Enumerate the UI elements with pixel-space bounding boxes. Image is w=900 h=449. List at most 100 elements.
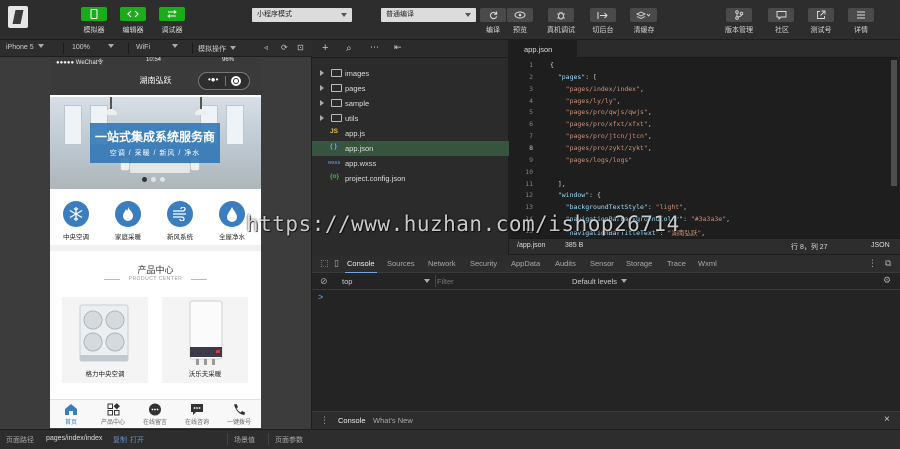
preview-button[interactable] bbox=[507, 8, 533, 22]
tree-file-project-config[interactable]: {o} project.config.json bbox=[312, 171, 509, 186]
tab-sources[interactable]: Sources bbox=[387, 259, 415, 268]
category-home-heating[interactable]: 家庭采暖 bbox=[108, 201, 148, 241]
tab-audits[interactable]: Audits bbox=[555, 259, 576, 268]
tab-security[interactable]: Security bbox=[470, 259, 497, 268]
code-editor[interactable]: app.json 1{2 "pages": [3 "pages/index/in… bbox=[509, 40, 900, 255]
page-params-button[interactable]: 页面参数 bbox=[275, 435, 303, 445]
banner-title: 一站式集成系统服务商 bbox=[94, 130, 215, 144]
category-water-purify[interactable]: 全屋净水 bbox=[212, 201, 252, 241]
line-number: 7 bbox=[529, 132, 533, 141]
tab-wxml[interactable]: Wxml bbox=[698, 259, 717, 268]
file-name: utils bbox=[345, 114, 359, 123]
more-icon[interactable]: •●• bbox=[208, 75, 218, 84]
code-line[interactable]: 3 "pages/index/index", bbox=[509, 85, 889, 97]
dock-icon[interactable]: ⧉ bbox=[885, 258, 891, 269]
inspect-icon[interactable]: ⬚ bbox=[320, 258, 329, 269]
category-fresh-air[interactable]: 新风系统 bbox=[160, 201, 200, 241]
close-circle-icon[interactable] bbox=[231, 76, 241, 86]
code-line[interactable]: 13 "backgroundTextStyle": "light", bbox=[509, 203, 889, 215]
tab-consult[interactable]: 在线咨询 bbox=[176, 402, 218, 426]
drawer-tab-whats-new[interactable]: What's New bbox=[373, 416, 413, 425]
carousel-indicator[interactable] bbox=[142, 177, 165, 182]
clear-console-icon[interactable]: ⊘ bbox=[320, 276, 328, 287]
collapse-icon[interactable]: ⇤ bbox=[394, 42, 402, 53]
tree-folder-utils[interactable]: utils bbox=[312, 111, 509, 126]
details-button[interactable] bbox=[848, 8, 874, 22]
code-line[interactable]: 9 "pages/logs/logs" bbox=[509, 156, 889, 168]
tab-sensor[interactable]: Sensor bbox=[590, 259, 614, 268]
open-link[interactable]: 打开 bbox=[130, 435, 144, 445]
copy-link[interactable]: 复制 bbox=[113, 435, 127, 445]
context-select[interactable]: top bbox=[342, 277, 431, 286]
capsule-menu[interactable]: •●• bbox=[198, 72, 250, 90]
scene-value-button[interactable]: 场景值 bbox=[234, 435, 255, 445]
device-icon[interactable]: ▯ bbox=[334, 258, 339, 269]
add-file-icon[interactable]: + bbox=[322, 42, 328, 54]
code-line[interactable]: 14 "navigationBarBackgroundColor": "#3a3… bbox=[509, 215, 889, 227]
compile-select[interactable]: 普通编译 bbox=[381, 8, 476, 22]
tree-folder-pages[interactable]: pages bbox=[312, 81, 509, 96]
vertical-scrollbar[interactable] bbox=[891, 60, 897, 186]
tree-folder-sample[interactable]: sample bbox=[312, 96, 509, 111]
tab-storage[interactable]: Storage bbox=[626, 259, 652, 268]
editor-toggle-button[interactable] bbox=[120, 7, 146, 21]
code-line[interactable]: 15 "navigationBarTitleText": "湖南弘跃", bbox=[509, 227, 889, 239]
community-button[interactable] bbox=[768, 8, 794, 22]
detach-icon[interactable]: ⊡ bbox=[297, 43, 304, 52]
more-icon[interactable]: ⋯ bbox=[370, 42, 379, 53]
compile-button[interactable] bbox=[480, 8, 506, 22]
banner-carousel[interactable]: 一站式集成系统服务商 空调 / 采暖 / 新风 / 净水 bbox=[50, 97, 261, 189]
tab-home[interactable]: 首页 bbox=[50, 402, 92, 426]
tree-file-app-json[interactable]: { } app.json bbox=[312, 141, 509, 156]
tab-products[interactable]: 产品中心 bbox=[92, 402, 134, 426]
tab-appdata[interactable]: AppData bbox=[511, 259, 540, 268]
test-account-button[interactable] bbox=[808, 8, 834, 22]
code-line[interactable]: 7 "pages/pro/jtcn/jtcn", bbox=[509, 132, 889, 144]
volume-icon[interactable]: ◃ bbox=[264, 43, 268, 52]
clear-cache-button[interactable] bbox=[630, 8, 657, 22]
tree-file-app-wxss[interactable]: wxss app.wxss bbox=[312, 156, 509, 171]
console-filter-input[interactable] bbox=[437, 275, 565, 287]
tab-message[interactable]: 在线留言 bbox=[134, 402, 176, 426]
zoom-select[interactable]: 100% bbox=[72, 44, 114, 51]
rotate-icon[interactable]: ⟳ bbox=[281, 43, 288, 52]
tree-folder-images[interactable]: images bbox=[312, 66, 509, 81]
mode-select[interactable]: 小程序模式 bbox=[252, 8, 352, 22]
tree-file-app-js[interactable]: JS app.js bbox=[312, 126, 509, 141]
network-select[interactable]: WiFi bbox=[136, 44, 178, 51]
tab-console[interactable]: Console bbox=[345, 259, 377, 273]
debugger-toggle-button[interactable] bbox=[159, 7, 185, 21]
code-line[interactable]: 11 ], bbox=[509, 180, 889, 192]
code-line[interactable]: 8 "pages/pro/zykt/zykt", bbox=[509, 144, 889, 156]
remote-debug-button[interactable] bbox=[548, 8, 574, 22]
tab-trace[interactable]: Trace bbox=[667, 259, 686, 268]
simulator-toggle-button[interactable] bbox=[81, 7, 107, 21]
gear-icon[interactable]: ⚙ bbox=[883, 275, 891, 286]
carousel-dot[interactable] bbox=[142, 177, 147, 182]
tab-network[interactable]: Network bbox=[428, 259, 456, 268]
close-icon[interactable]: × bbox=[884, 414, 890, 425]
simulate-operation-select[interactable]: 模拟操作 bbox=[198, 44, 236, 54]
category-central-ac[interactable]: 中央空调 bbox=[56, 201, 96, 241]
drawer-tab-console[interactable]: Console bbox=[338, 416, 366, 425]
log-levels-select[interactable]: Default levels bbox=[572, 277, 628, 286]
code-line[interactable]: 4 "pages/ly/ly", bbox=[509, 97, 889, 109]
search-icon[interactable]: ⌕ bbox=[346, 43, 352, 54]
tab-app-json[interactable]: app.json bbox=[509, 40, 577, 58]
code-line[interactable]: 10 bbox=[509, 168, 889, 180]
code-line[interactable]: 6 "pages/pro/xfxt/xfxt", bbox=[509, 120, 889, 132]
backend-button[interactable] bbox=[590, 8, 616, 22]
file-name: sample bbox=[345, 99, 370, 108]
device-select[interactable]: iPhone 5 bbox=[6, 44, 44, 51]
code-line[interactable]: 1{ bbox=[509, 61, 889, 73]
code-line[interactable]: 2 "pages": [ bbox=[509, 73, 889, 85]
version-manage-button[interactable] bbox=[726, 8, 752, 22]
code-line[interactable]: 12 "window": { bbox=[509, 191, 889, 203]
more-vert-icon[interactable]: ⋮ bbox=[320, 415, 329, 426]
more-vert-icon[interactable]: ⋮ bbox=[868, 258, 877, 269]
console-output[interactable]: > bbox=[312, 290, 900, 410]
tab-call[interactable]: 一键拨号 bbox=[218, 402, 260, 426]
code-line[interactable]: 5 "pages/pro/qwjs/qwjs", bbox=[509, 108, 889, 120]
carousel-dot[interactable] bbox=[151, 177, 156, 182]
carousel-dot[interactable] bbox=[160, 177, 165, 182]
